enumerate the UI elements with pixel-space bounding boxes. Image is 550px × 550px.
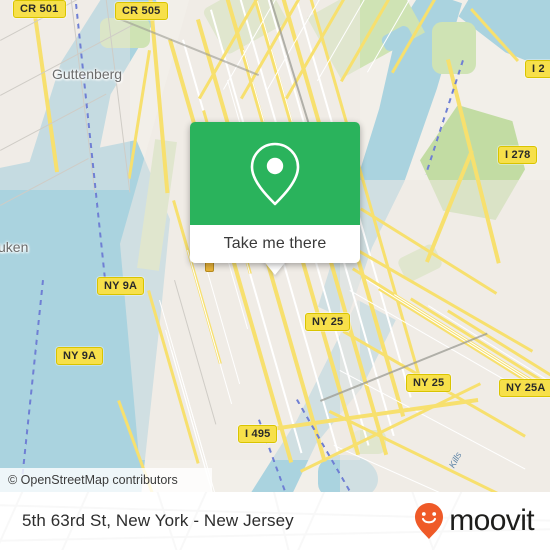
route-shield-ny25-east[interactable]: NY 25 (406, 374, 452, 392)
moovit-wordmark: moovit (449, 504, 534, 537)
address-label-container: 5th 63rd St, New York - New Jersey (22, 492, 294, 550)
map-canvas[interactable]: Guttenberg uken Kills CR 501 CR 505 I 2 … (0, 0, 550, 492)
attribution-text: © OpenStreetMap contributors (8, 473, 178, 487)
moovit-logo[interactable]: moovit (414, 492, 535, 550)
route-shield-cr501[interactable]: CR 501 (13, 0, 66, 18)
route-shield-ny9a-south[interactable]: NY 9A (56, 347, 104, 365)
route-shield-i495[interactable]: I 495 (238, 425, 278, 443)
popup-card-header (190, 122, 360, 225)
take-me-there-label: Take me there (223, 235, 327, 252)
route-shield-ny25a[interactable]: NY 25A (499, 379, 550, 397)
popup-card[interactable]: Take me there (190, 122, 360, 263)
route-shield-i2-clipped[interactable]: I 2 (525, 60, 550, 78)
map-attribution: © OpenStreetMap contributors (0, 468, 212, 492)
park-small-east (432, 22, 476, 74)
moovit-map-screenshot: Guttenberg uken Kills CR 501 CR 505 I 2 … (0, 0, 550, 550)
moovit-pin-icon (415, 503, 444, 539)
place-label-guttenberg: Guttenberg (52, 66, 123, 82)
address-label: 5th 63rd St, New York - New Jersey (22, 511, 294, 530)
route-shield-ny9a-north[interactable]: NY 9A (97, 277, 145, 295)
map-pin-icon (250, 142, 300, 205)
place-label-hoboken-clipped: uken (0, 239, 29, 255)
popup-card-action[interactable]: Take me there (190, 225, 360, 263)
route-shield-ny25-west[interactable]: NY 25 (305, 313, 351, 331)
footer-bar: 5th 63rd St, New York - New Jersey moovi… (0, 492, 550, 550)
route-shield-i278[interactable]: I 278 (498, 146, 538, 164)
land-brooklyn-queens (340, 180, 550, 492)
route-shield-cr505[interactable]: CR 505 (115, 2, 168, 20)
